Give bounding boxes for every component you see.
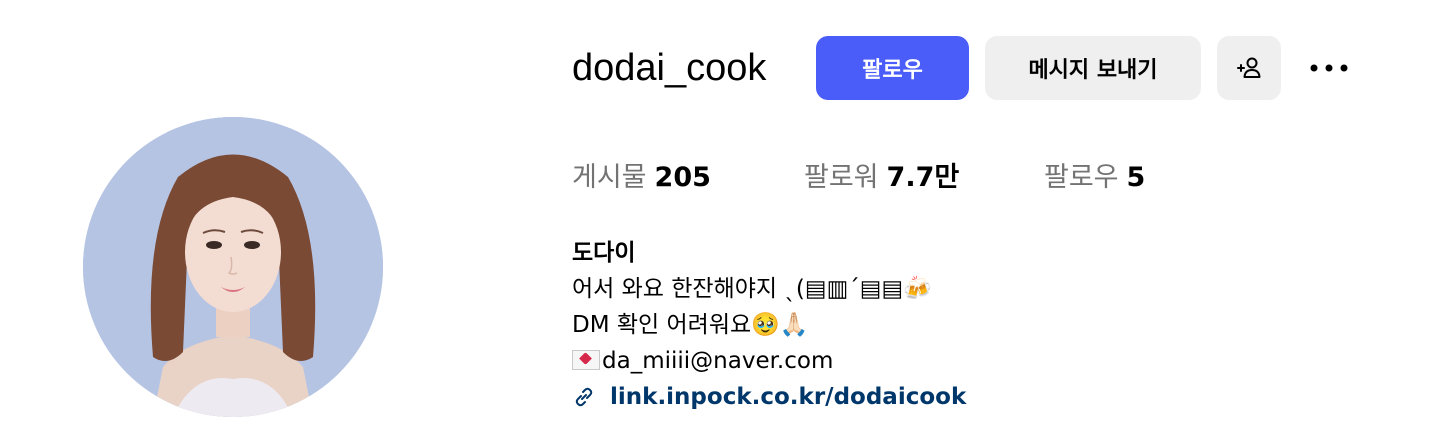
- bio-email: da_miiii@naver.com: [602, 348, 834, 374]
- add-user-button[interactable]: [1217, 36, 1281, 100]
- profile-display-name: 도다이: [572, 240, 636, 266]
- follow-button[interactable]: 팔로우: [816, 36, 969, 100]
- avatar-photo: [83, 117, 383, 417]
- following-value: 5: [1126, 162, 1146, 193]
- more-options-button[interactable]: [1305, 50, 1353, 86]
- person-add-icon: [1237, 57, 1261, 78]
- love-letter-icon: [572, 350, 600, 370]
- more-horizontal-icon: [1310, 64, 1348, 72]
- profile-username: dodai_cook: [572, 47, 767, 89]
- bio-link-row[interactable]: link.inpock.co.kr/dodaicook: [572, 380, 966, 414]
- followers-value: 7.7만: [886, 162, 960, 193]
- following-label: 팔로우: [1044, 162, 1119, 193]
- profile-avatar[interactable]: [83, 117, 383, 417]
- link-icon: [575, 387, 593, 407]
- followers-count[interactable]: 팔로워 7.7만: [804, 158, 959, 198]
- posts-value: 205: [654, 162, 711, 193]
- bio-email-line: da_miiii@naver.com: [572, 344, 833, 378]
- profile-header: dodai_cook 팔로우 메시지 보내기 게시물 205 팔로워 7.7만 팔로…: [0, 0, 1430, 438]
- posts-count: 게시물 205: [572, 158, 711, 198]
- followers-label: 팔로워: [804, 162, 879, 193]
- bio-line: 어서 와요 한잔해야지 ˎ(▤▥ˊ▤▤🍻: [572, 276, 932, 302]
- message-button[interactable]: 메시지 보내기: [985, 36, 1201, 100]
- posts-label: 게시물: [572, 162, 647, 193]
- bio-link[interactable]: link.inpock.co.kr/dodaicook: [610, 380, 966, 414]
- bio-line: DM 확인 어려워요🥹🙏🏻: [572, 312, 809, 338]
- following-count[interactable]: 팔로우 5: [1044, 158, 1145, 198]
